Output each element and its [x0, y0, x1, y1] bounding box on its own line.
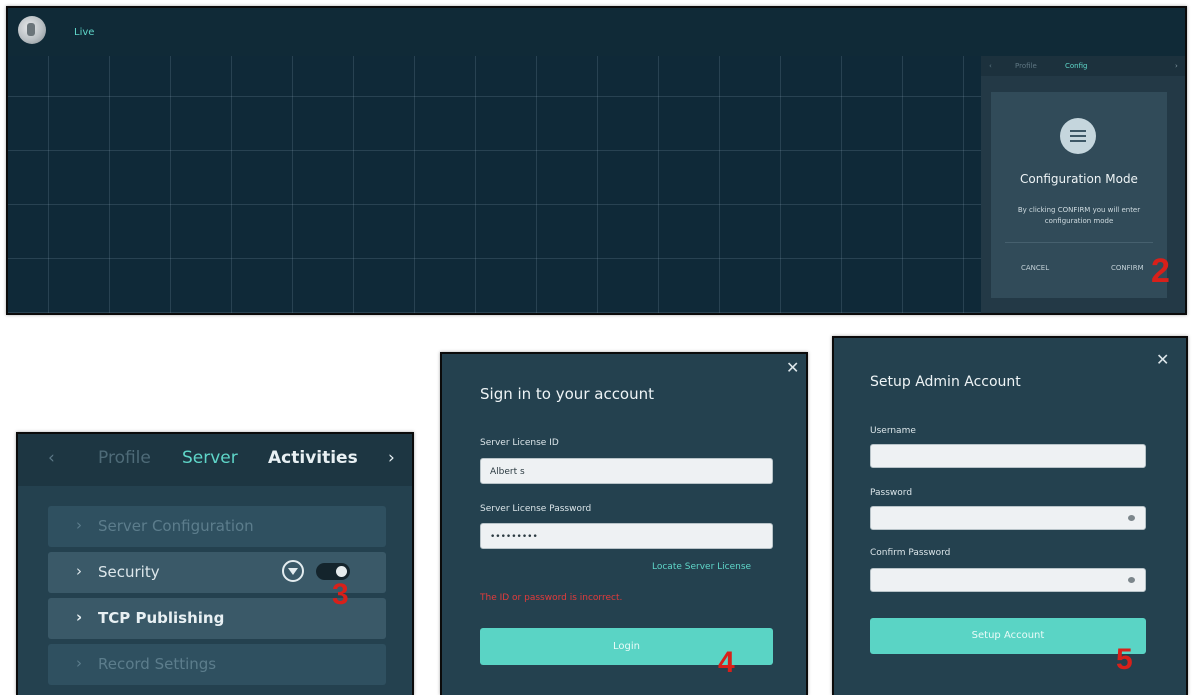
- license-id-label: Server License ID: [480, 438, 559, 448]
- chevron-left-icon[interactable]: ‹: [989, 62, 992, 70]
- row-label: Security: [98, 563, 160, 581]
- row-label: TCP Publishing: [98, 609, 225, 627]
- setup-admin-dialog: ✕ Setup Admin Account Username Password …: [832, 336, 1188, 695]
- close-icon[interactable]: ✕: [1156, 350, 1169, 369]
- dialog-title: Configuration Mode: [1020, 172, 1138, 186]
- chevron-right-icon[interactable]: ›: [388, 448, 395, 468]
- top-bar: Live: [8, 8, 1185, 56]
- row-server-configuration[interactable]: › Server Configuration: [48, 506, 386, 547]
- chevron-left-icon[interactable]: ‹: [48, 448, 55, 468]
- row-record-settings[interactable]: › Record Settings: [48, 644, 386, 685]
- license-id-input[interactable]: Albert s: [480, 458, 773, 484]
- step-marker: 2: [1151, 252, 1170, 290]
- error-message: The ID or password is incorrect.: [480, 593, 623, 603]
- tab-profile[interactable]: Profile: [98, 448, 151, 468]
- sign-in-dialog: ✕ Sign in to your account Server License…: [440, 352, 808, 695]
- step-marker: 4: [718, 646, 735, 679]
- eye-icon[interactable]: [1128, 515, 1135, 521]
- video-grid: [8, 56, 981, 313]
- tab-activities[interactable]: Activities: [268, 448, 358, 468]
- row-label: Record Settings: [98, 655, 217, 673]
- row-label: Server Configuration: [98, 517, 254, 535]
- tab-config[interactable]: Config: [1065, 62, 1087, 70]
- password-label: Password: [870, 488, 913, 498]
- confirm-password-input[interactable]: [870, 568, 1146, 592]
- server-settings-panel: ‹ Profile Server Activities › › Server C…: [16, 432, 414, 695]
- side-tab-bar: ‹ Profile Config ›: [981, 56, 1185, 76]
- username-input[interactable]: [870, 444, 1146, 468]
- setup-account-button[interactable]: Setup Account: [870, 618, 1146, 654]
- chevron-right-icon: ›: [76, 654, 82, 672]
- dialog-title: Setup Admin Account: [870, 374, 1021, 390]
- license-password-input[interactable]: •••••••••: [480, 523, 773, 549]
- chevron-right-icon: ›: [76, 516, 82, 534]
- tab-server[interactable]: Server: [182, 448, 238, 468]
- configuration-mode-dialog: Configuration Mode By clicking CONFIRM y…: [991, 92, 1167, 298]
- confirm-button[interactable]: CONFIRM: [1111, 264, 1144, 272]
- username-label: Username: [870, 426, 916, 436]
- step-marker: 3: [332, 578, 349, 611]
- tab-live[interactable]: Live: [74, 27, 94, 38]
- chevron-right-icon: ›: [76, 608, 83, 626]
- dialog-message: By clicking CONFIRM you will enter confi…: [1017, 206, 1141, 225]
- panel-tab-bar: ‹ Profile Server Activities ›: [18, 434, 412, 486]
- step-marker: 5: [1116, 643, 1133, 676]
- confirm-password-label: Confirm Password: [870, 548, 951, 558]
- filter-icon[interactable]: [282, 560, 304, 582]
- license-password-label: Server License Password: [480, 504, 592, 514]
- app-logo-icon: [18, 16, 46, 44]
- tab-profile[interactable]: Profile: [1015, 62, 1037, 70]
- cancel-button[interactable]: CANCEL: [1021, 264, 1049, 272]
- locate-server-license-link[interactable]: Locate Server License: [652, 562, 751, 572]
- dialog-title: Sign in to your account: [480, 385, 655, 403]
- chevron-right-icon: ›: [76, 562, 82, 580]
- eye-icon[interactable]: [1128, 577, 1135, 583]
- sliders-icon: [1060, 118, 1096, 154]
- chevron-right-icon[interactable]: ›: [1175, 62, 1178, 70]
- divider: [1005, 242, 1153, 243]
- close-icon[interactable]: ✕: [786, 358, 799, 377]
- password-input[interactable]: [870, 506, 1146, 530]
- live-view-window: Live ‹ Profile Config › Configuration Mo…: [6, 6, 1187, 315]
